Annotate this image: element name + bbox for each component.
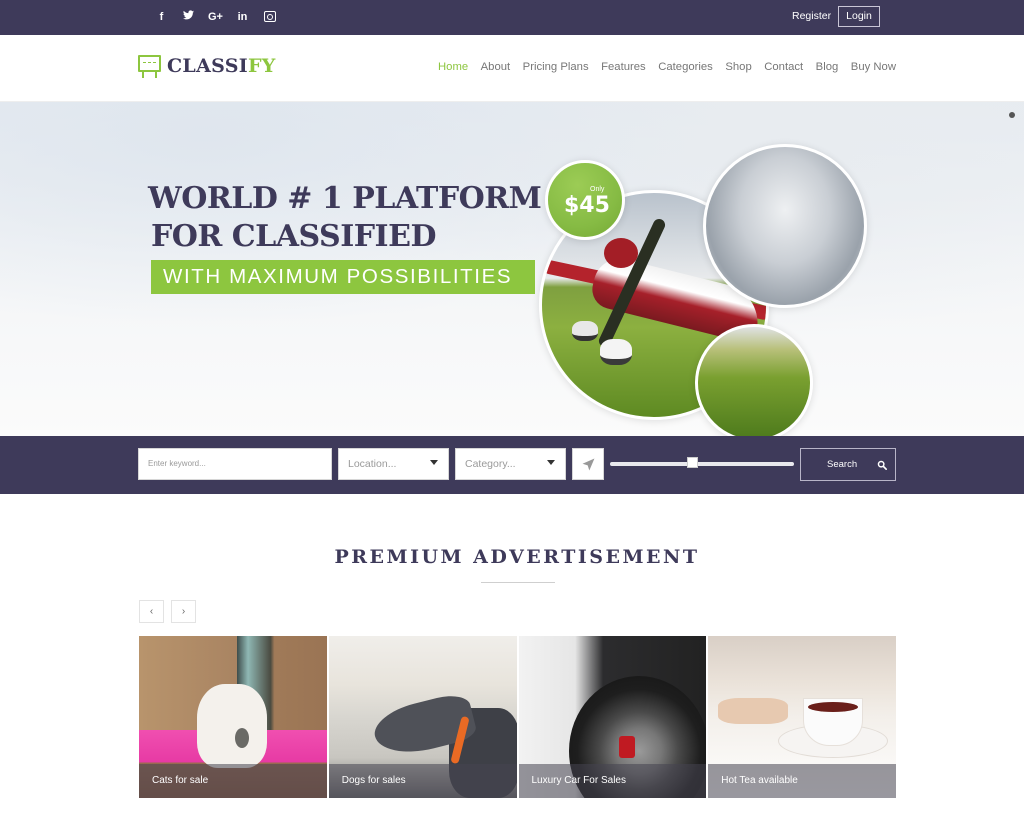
- google-plus-icon[interactable]: G+: [202, 9, 229, 25]
- distance-slider-track[interactable]: [610, 462, 794, 466]
- distance-slider-handle[interactable]: [687, 457, 699, 468]
- search-button-label: Search: [827, 459, 858, 470]
- cat-image: [197, 684, 267, 768]
- plane-wheel: [600, 339, 632, 365]
- twitter-icon[interactable]: [175, 9, 202, 25]
- location-arrow-icon: [582, 458, 595, 471]
- ad-caption: Dogs for sales: [328, 764, 517, 798]
- hero-section: WORLD # 1 PLATFORM FOR CLASSIFIED WITH M…: [0, 102, 1024, 436]
- ad-card[interactable]: Dogs for sales: [328, 636, 517, 798]
- nav-contact[interactable]: Contact: [764, 61, 803, 73]
- facebook-icon[interactable]: f: [148, 9, 175, 25]
- hero-title: WORLD # 1 PLATFORM FOR CLASSIFIED: [148, 180, 542, 256]
- main-nav: Home About Pricing Plans Features Catego…: [438, 61, 909, 73]
- caret-down-icon: [430, 460, 438, 465]
- ad-card[interactable]: Luxury Car For Sales: [518, 636, 707, 798]
- search-button[interactable]: Search: [800, 448, 896, 481]
- search-bar: Enter keyword... Location... Category...…: [0, 436, 1024, 494]
- section-title: PREMIUM ADVERTISEMENT: [334, 546, 700, 568]
- linkedin-icon[interactable]: in: [229, 9, 256, 25]
- tea-liquid: [808, 702, 859, 712]
- category-placeholder: Category...: [465, 458, 516, 470]
- category-select[interactable]: Category...: [455, 448, 566, 480]
- nav-home[interactable]: Home: [438, 61, 468, 73]
- logo-board-leg: [155, 72, 157, 78]
- price-prefix: Only: [590, 186, 605, 193]
- plane-nose: [604, 238, 638, 268]
- ad-caption: Cats for sale: [139, 764, 327, 798]
- ad-caption: Luxury Car For Sales: [518, 764, 707, 798]
- carousel-next-button[interactable]: ›: [171, 600, 196, 623]
- cat-spot: [235, 728, 249, 748]
- sky-image: [703, 144, 867, 308]
- nav-about[interactable]: About: [481, 61, 511, 73]
- nav-buy-now[interactable]: Buy Now: [851, 61, 896, 73]
- grass-image: [695, 324, 813, 436]
- top-bar: f G+ in Register Login: [0, 0, 1024, 35]
- location-select[interactable]: Location...: [338, 448, 449, 480]
- location-placeholder: Location...: [348, 458, 397, 470]
- nav-features[interactable]: Features: [601, 61, 646, 73]
- section-divider: [481, 582, 555, 583]
- slider-dot[interactable]: [1009, 112, 1015, 118]
- logo-text: CLASSIFY: [167, 55, 276, 77]
- premium-ads-carousel: Cats for sale Dogs for sales Luxury Car …: [139, 636, 896, 798]
- nav-pricing-plans[interactable]: Pricing Plans: [523, 61, 589, 73]
- plane-wheel: [572, 321, 598, 341]
- logo-board-icon: [138, 55, 161, 72]
- logo-text-accent: FY: [247, 55, 276, 77]
- ad-card[interactable]: Cats for sale: [139, 636, 327, 798]
- logo-board-leg: [142, 72, 144, 78]
- price-badge: Only $45: [545, 160, 625, 240]
- nav-shop[interactable]: Shop: [725, 61, 751, 73]
- search-icon: [877, 460, 887, 470]
- nav-blog[interactable]: Blog: [816, 61, 839, 73]
- caret-down-icon: [547, 460, 555, 465]
- logo-text-main: CLASSI: [167, 55, 248, 77]
- locate-me-button[interactable]: [572, 448, 604, 480]
- price-value: $45: [564, 193, 610, 218]
- hero-title-line-1: WORLD # 1 PLATFORM: [148, 181, 542, 216]
- social-links: f G+ in: [148, 9, 276, 25]
- instagram-icon[interactable]: [264, 11, 276, 22]
- carousel-prev-button[interactable]: ‹: [139, 600, 164, 623]
- ad-caption: Hot Tea available: [708, 764, 896, 798]
- ad-card[interactable]: Hot Tea available: [708, 636, 896, 798]
- hero-title-line-2: FOR CLASSIFIED: [151, 219, 436, 254]
- login-button[interactable]: Login: [838, 6, 880, 27]
- hero-subtitle: WITH MAXIMUM POSSIBILITIES: [151, 260, 535, 294]
- brake-caliper: [618, 736, 635, 758]
- bread-plate: [718, 698, 789, 724]
- site-header: CLASSIFY Home About Pricing Plans Featur…: [0, 35, 1024, 102]
- nav-categories[interactable]: Categories: [658, 61, 713, 73]
- keyword-input[interactable]: Enter keyword...: [138, 448, 332, 480]
- register-link[interactable]: Register: [792, 10, 831, 22]
